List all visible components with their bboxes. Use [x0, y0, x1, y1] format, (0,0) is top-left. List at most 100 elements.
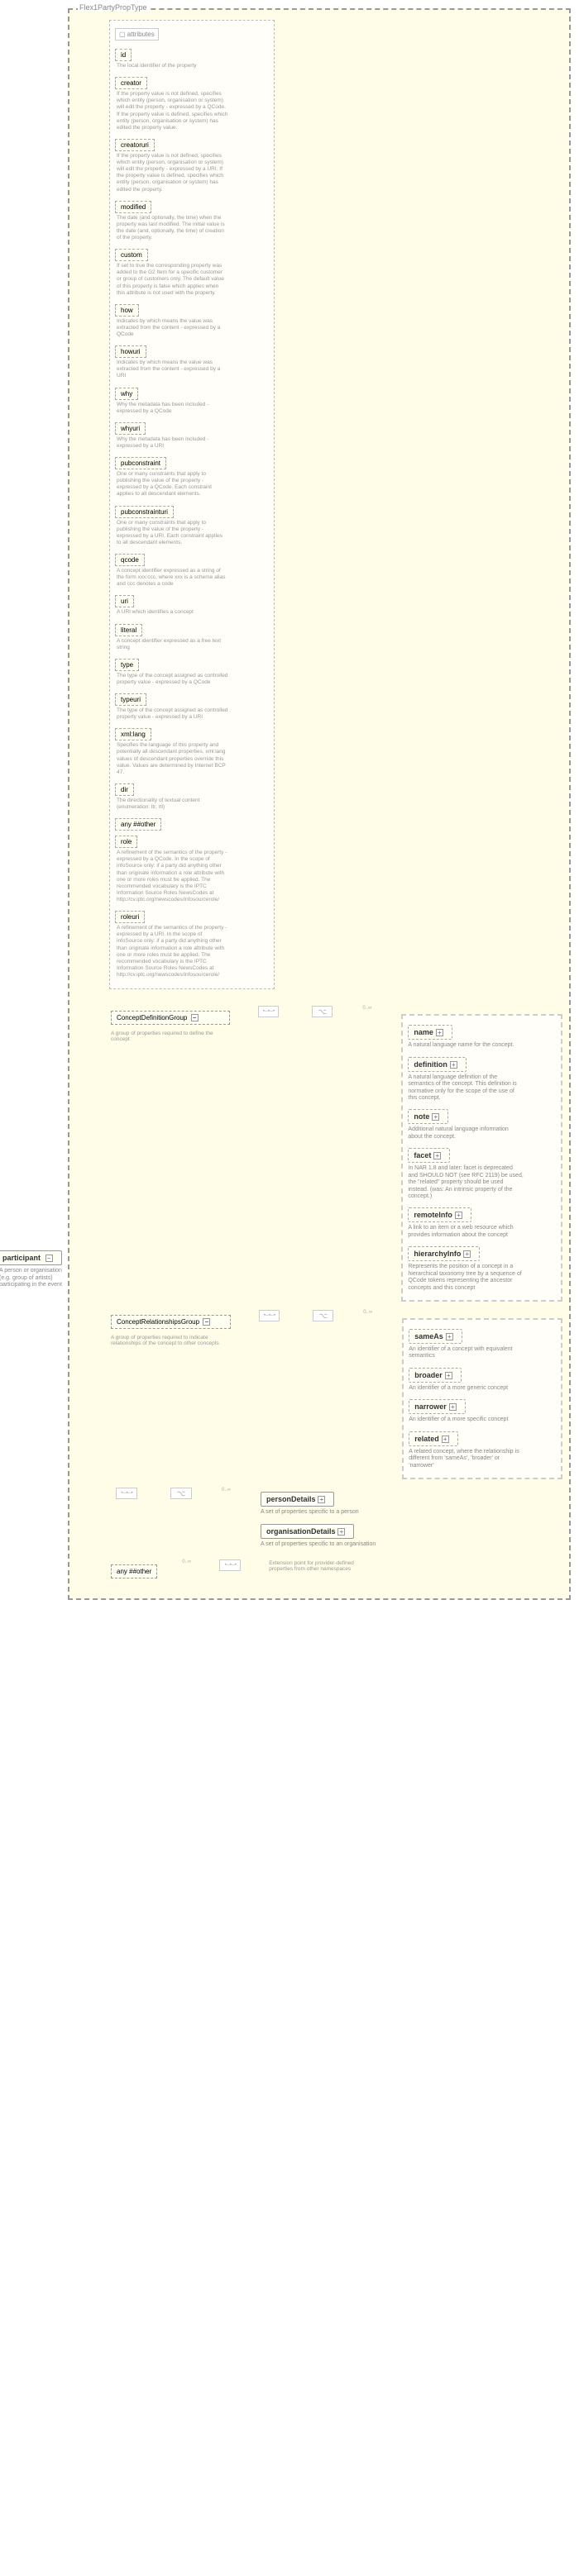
element-desc: A natural language name for the concept. — [408, 1042, 524, 1049]
attribute-name[interactable]: dir — [115, 783, 134, 796]
attribute-modified: modified The date (and optionally, the ti… — [115, 198, 269, 242]
attribute-any---other: any ##other — [115, 816, 269, 831]
element-remoteInfo[interactable]: remoteInfo+ — [408, 1207, 471, 1222]
element-broader[interactable]: broader+ — [409, 1368, 462, 1383]
attribute-name[interactable]: uri — [115, 595, 134, 607]
expand-icon[interactable]: + — [455, 1212, 462, 1219]
expand-icon[interactable]: + — [442, 1436, 449, 1443]
element-label: sameAs — [414, 1332, 443, 1340]
group-desc: A group of properties required to indica… — [111, 1335, 231, 1346]
attribute-name[interactable]: pubconstrainturi — [115, 506, 174, 518]
element-hierarchyInfo[interactable]: hierarchyInfo+ — [408, 1246, 480, 1261]
attribute-name[interactable]: roleuri — [115, 911, 145, 923]
expand-icon[interactable]: + — [445, 1372, 452, 1379]
element-desc: A related concept, where the relationshi… — [409, 1449, 524, 1469]
element-personDetails[interactable]: personDetails+ — [261, 1492, 335, 1507]
any-other-element[interactable]: any ##other — [111, 1564, 157, 1578]
attribute-name[interactable]: custom — [115, 249, 148, 261]
element-note[interactable]: note+ — [408, 1109, 448, 1124]
element-facet[interactable]: facet+ — [408, 1148, 450, 1163]
element-related[interactable]: related+ — [409, 1431, 458, 1446]
element-label: definition — [414, 1060, 447, 1069]
attribute-desc: A refinement of the semantics of the pro… — [117, 850, 228, 903]
child-facet: facet+ In NAR 1.8 and later: facet is dep… — [408, 1147, 556, 1200]
attribute-desc: A URI which identifies a concept — [117, 609, 228, 616]
child-note: note+Additional natural language informa… — [408, 1108, 556, 1140]
details-children: personDetails+ A set of properties specif… — [261, 1488, 451, 1551]
attribute-name[interactable]: qcode — [115, 554, 145, 566]
sequence-connector — [258, 1006, 279, 1017]
attribute-desc: A concept identifier expressed as a stri… — [117, 568, 228, 588]
element-label: remoteInfo — [414, 1211, 452, 1219]
element-organisationDetails[interactable]: organisationDetails+ — [261, 1524, 355, 1539]
attribute-desc: A refinement of the semantics of the pro… — [117, 925, 228, 978]
attribute-pubconstrainturi: pubconstrainturi One or many constraints … — [115, 503, 269, 547]
element-label: narrower — [414, 1402, 447, 1411]
participant-node[interactable]: participant − — [0, 1250, 62, 1265]
attribute-name[interactable]: creator — [115, 77, 147, 89]
participant-label: participant — [2, 1254, 41, 1262]
attribute-name[interactable]: id — [115, 49, 132, 61]
attribute-id: idThe local identifier of the property — [115, 46, 269, 69]
element-label: hierarchyInfo — [414, 1250, 461, 1258]
attribute-name[interactable]: howuri — [115, 345, 146, 358]
attribute-name[interactable]: type — [115, 659, 139, 671]
element-definition[interactable]: definition+ — [408, 1057, 467, 1072]
attribute-name[interactable]: literal — [115, 624, 142, 636]
ext-desc: Extension point for provider-defined pro… — [269, 1560, 368, 1572]
expand-icon[interactable]: + — [433, 1152, 441, 1159]
expand-icon[interactable]: − — [203, 1318, 210, 1326]
attribute-name[interactable]: role — [115, 836, 137, 848]
element-label: facet — [414, 1151, 431, 1159]
sequence-connector — [116, 1488, 137, 1499]
expand-icon[interactable]: + — [446, 1333, 453, 1340]
attribute-xml-lang: xml:langSpecifies the language of this p… — [115, 726, 269, 776]
element-desc: A set of properties specific to an organ… — [261, 1541, 376, 1548]
expand-icon[interactable]: + — [463, 1250, 471, 1258]
element-name[interactable]: name+ — [408, 1025, 452, 1040]
expand-icon[interactable]: + — [432, 1113, 439, 1121]
attribute-desc: Indicates by which means the value was e… — [117, 359, 228, 379]
attribute-desc: Why the metadata has been included - exp… — [117, 402, 228, 415]
concept-definition-group[interactable]: ConceptDefinitionGroup − — [111, 1011, 230, 1025]
cardinality: 0..∞ — [363, 1310, 372, 1315]
element-label: name — [414, 1028, 433, 1036]
expand-icon[interactable]: + — [450, 1061, 457, 1069]
attribute-desc: One or many constraints that apply to pu… — [117, 520, 228, 547]
attribute-name[interactable]: modified — [115, 201, 151, 213]
child-hierarchyInfo: hierarchyInfo+Represents the position of… — [408, 1245, 556, 1292]
concept-relationships-group[interactable]: ConceptRelationshipsGroup − — [111, 1315, 231, 1329]
cardinality: 0..∞ — [362, 1006, 371, 1011]
attribute-desc: A concept identifier expressed as a free… — [117, 638, 228, 651]
collapse-icon[interactable]: − — [45, 1255, 53, 1262]
expand-icon[interactable]: + — [318, 1496, 325, 1503]
attribute-name[interactable]: whyuri — [115, 422, 146, 435]
expand-icon[interactable]: + — [449, 1403, 457, 1411]
element-label: note — [414, 1112, 429, 1121]
attributes-panel: attributes idThe local identifier of the… — [109, 20, 275, 989]
concept-relationships-row: ConceptRelationshipsGroup − A group of p… — [111, 1310, 562, 1479]
attribute-desc: The date (and optionally, the time) when… — [117, 215, 228, 242]
expand-icon[interactable]: + — [337, 1528, 345, 1536]
child-related: related+ A related concept, where the rel… — [409, 1431, 556, 1469]
attribute-name[interactable]: pubconstraint — [115, 457, 166, 469]
attributes-header[interactable]: attributes — [115, 28, 159, 40]
expand-icon[interactable]: + — [436, 1029, 443, 1036]
attribute-name[interactable]: any ##other — [115, 818, 161, 831]
attribute-desc: Indicates by which means the value was e… — [117, 318, 228, 338]
attribute-name[interactable]: how — [115, 304, 139, 317]
element-desc: An identifier of a more generic concept — [409, 1385, 524, 1392]
element-desc: In NAR 1.8 and later: facet is deprecate… — [408, 1165, 524, 1200]
element-narrower[interactable]: narrower+ — [409, 1399, 466, 1414]
attribute-name[interactable]: xml:lang — [115, 728, 151, 740]
extension-row: any ##other 0..∞ Extension point for pro… — [111, 1559, 562, 1583]
cardinality: 0..∞ — [182, 1559, 191, 1564]
attribute-name[interactable]: typeuri — [115, 693, 146, 706]
attribute-why: why Why the metadata has been included - … — [115, 385, 269, 415]
attribute-name[interactable]: creatoruri — [115, 139, 155, 151]
attribute-desc: If the property value is not defined, sp… — [117, 153, 228, 193]
element-sameAs[interactable]: sameAs+ — [409, 1329, 462, 1344]
attribute-name[interactable]: why — [115, 388, 138, 400]
choice-connector — [170, 1488, 192, 1499]
expand-icon[interactable]: − — [191, 1014, 199, 1021]
